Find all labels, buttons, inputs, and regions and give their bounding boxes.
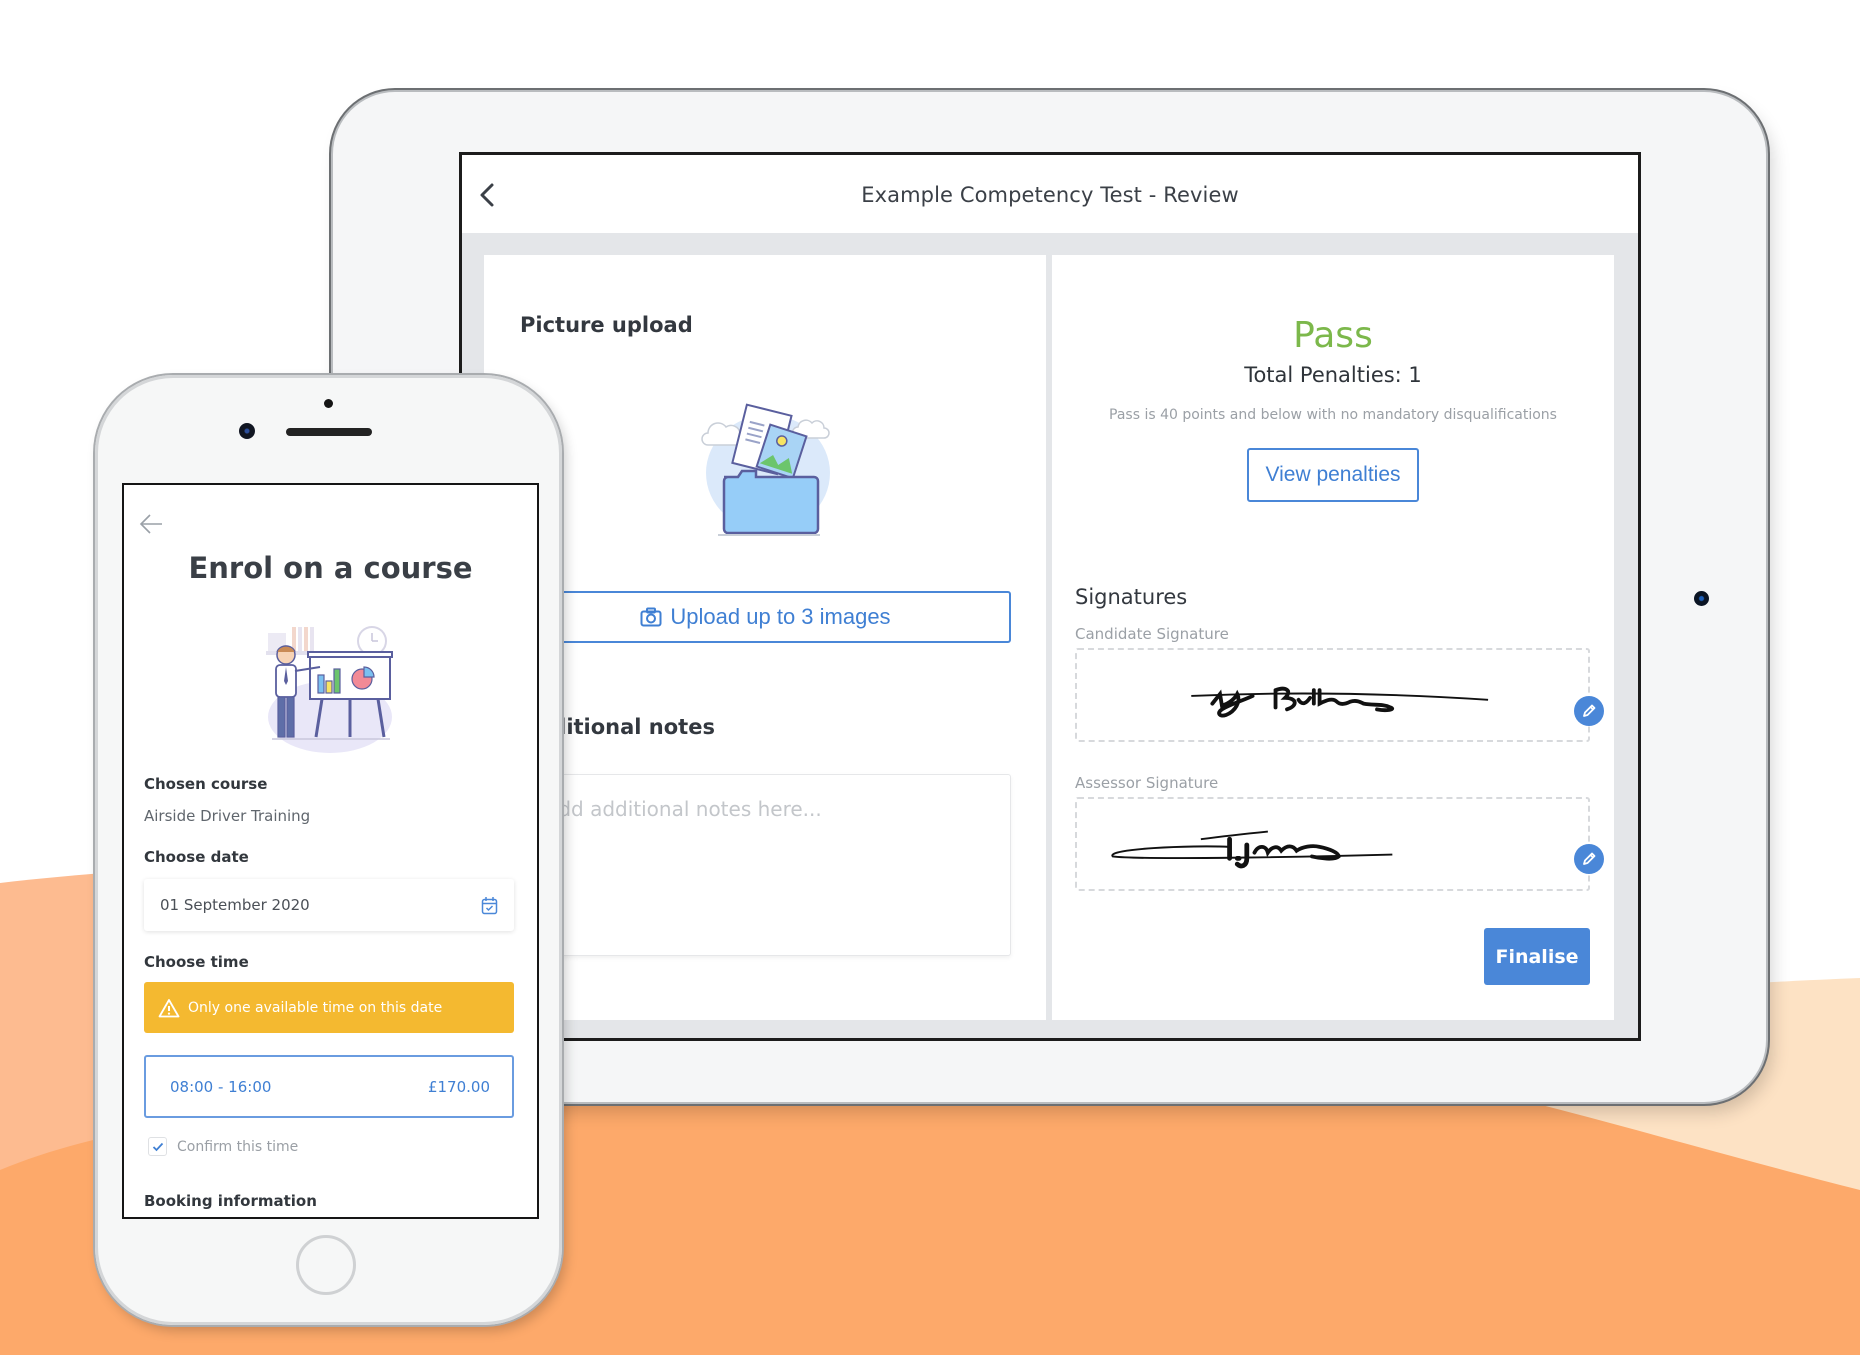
checkbox[interactable] [148, 1137, 167, 1156]
availability-alert: Only one available time on this date [144, 982, 514, 1033]
upload-images-button[interactable]: Upload up to 3 images [520, 591, 1011, 643]
time-slot-price: £170.00 [427, 1077, 490, 1096]
date-value: 01 September 2020 [160, 896, 310, 914]
review-header: Example Competency Test - Review [462, 155, 1638, 233]
time-slot-option[interactable]: 08:00 - 16:00 £170.00 [144, 1055, 514, 1118]
chosen-course-label: Chosen course [144, 775, 268, 793]
phone-sensor-icon [324, 399, 333, 408]
upload-card: Picture upload Upload up to 3 images Add… [484, 255, 1046, 1020]
tablet-camera-icon [1694, 591, 1709, 606]
signatures-label: Signatures [1075, 585, 1188, 609]
candidate-signature-image [1191, 686, 1489, 718]
additional-notes-input[interactable] [520, 774, 1011, 956]
alert-text: Only one available time on this date [188, 999, 443, 1016]
folder-with-images-illustration [701, 403, 830, 536]
pass-criteria-text: Pass is 40 points and below with no mand… [1109, 407, 1557, 423]
choose-time-label: Choose time [144, 953, 249, 971]
arrow-left-icon[interactable] [138, 513, 164, 535]
time-slot-time: 08:00 - 16:00 [170, 1077, 272, 1096]
checkmark-icon [152, 1142, 163, 1151]
candidate-signature-label: Candidate Signature [1075, 625, 1229, 643]
pencil-icon [1583, 852, 1596, 865]
assessor-signature-label: Assessor Signature [1075, 774, 1219, 792]
picture-upload-label: Picture upload [520, 313, 693, 337]
view-penalties-button[interactable]: View penalties [1247, 448, 1419, 502]
tablet-screen: Example Competency Test - Review Picture… [459, 152, 1641, 1041]
chosen-course-value: Airside Driver Training [144, 807, 311, 825]
pencil-icon [1583, 704, 1596, 717]
page-title: Example Competency Test - Review [861, 183, 1239, 207]
edit-assessor-signature-button[interactable] [1574, 844, 1604, 874]
home-button[interactable] [296, 1235, 356, 1295]
calendar-check-icon[interactable] [481, 896, 498, 915]
result-card: Pass Total Penalties: 1 Pass is 40 point… [1052, 255, 1614, 1020]
booking-information-label: Booking information [144, 1192, 317, 1210]
finalise-button[interactable]: Finalise [1484, 928, 1590, 985]
phone-screen: Enrol on a course Chosen course Airside … [122, 483, 539, 1219]
total-penalties: Total Penalties: 1 [1244, 363, 1422, 387]
edit-candidate-signature-button[interactable] [1574, 696, 1604, 726]
camera-icon [640, 607, 662, 627]
date-picker-input[interactable]: 01 September 2020 [144, 879, 514, 931]
confirm-time-label: Confirm this time [177, 1138, 299, 1155]
candidate-signature-pad[interactable] [1075, 648, 1604, 742]
result-status: Pass [1293, 315, 1373, 356]
phone-camera-icon [239, 423, 255, 439]
upload-button-label: Upload up to 3 images [670, 604, 891, 629]
assessor-signature-pad[interactable] [1075, 797, 1604, 891]
choose-date-label: Choose date [144, 848, 249, 866]
warning-triangle-icon [158, 998, 180, 1017]
confirm-time-checkbox[interactable]: Confirm this time [148, 1137, 298, 1156]
presenter-with-chart-illustration [266, 626, 393, 753]
page-title: Enrol on a course [188, 551, 473, 585]
phone-speaker [286, 428, 372, 436]
assessor-signature-image [1111, 830, 1393, 869]
